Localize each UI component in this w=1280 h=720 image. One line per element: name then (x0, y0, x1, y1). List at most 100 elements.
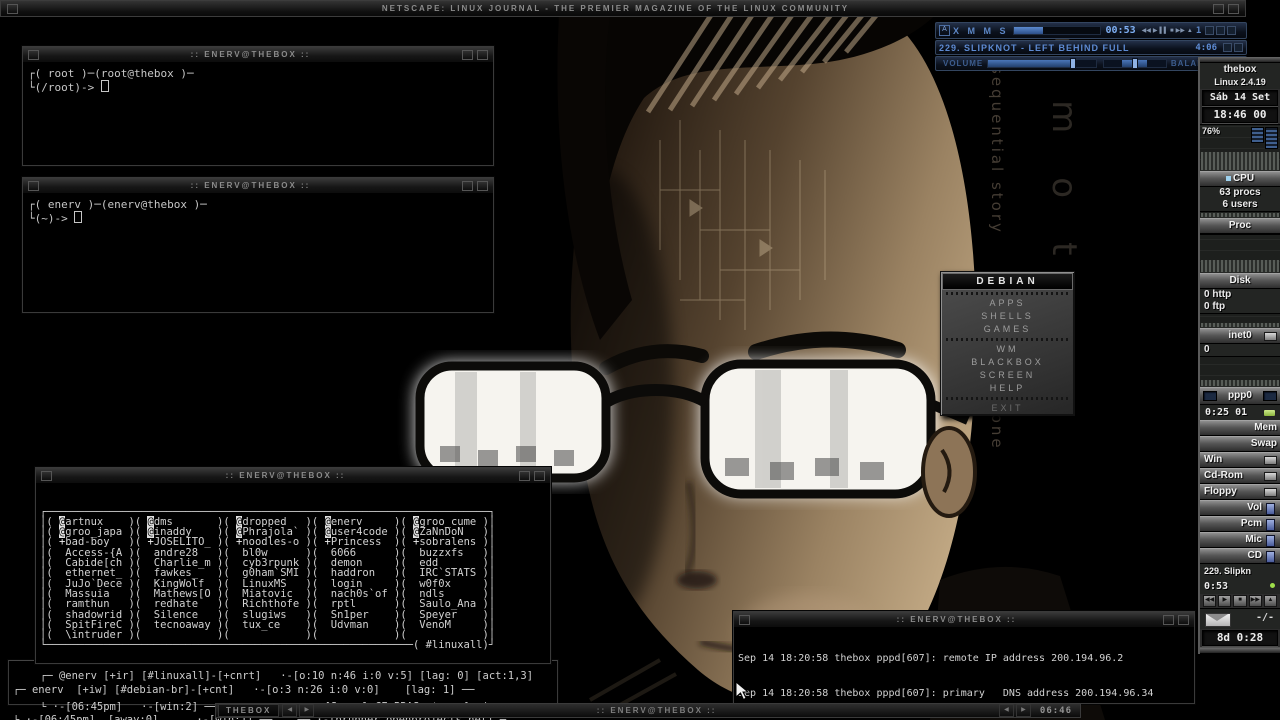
pcm-knob[interactable] (1266, 519, 1275, 531)
ppp-connect-button[interactable] (1263, 409, 1276, 417)
window-menu-button[interactable] (28, 181, 39, 191)
next-track-button[interactable]: ▶▶ (1249, 595, 1262, 607)
terminal-root-titlebar[interactable]: :: ENERV@THEBOX :: (23, 47, 493, 63)
next-icon[interactable]: ▶▶ (1176, 27, 1185, 34)
menu-item-blackbox[interactable]: BLACKBOX (941, 356, 1074, 369)
cdrom-button[interactable] (1264, 472, 1277, 481)
close-button[interactable] (1227, 26, 1236, 35)
iconify-button[interactable] (1163, 615, 1174, 625)
menu-item-exit[interactable]: EXIT (941, 402, 1074, 415)
cpu-krell (1265, 127, 1278, 149)
seek-slider[interactable] (1013, 26, 1101, 35)
disk-panel[interactable]: Disk (1200, 273, 1280, 289)
previous-icon[interactable]: ◀◀ (1142, 27, 1151, 34)
close-button[interactable] (477, 181, 488, 191)
next-workspace-button[interactable]: ▶ (299, 704, 314, 717)
playlist-close-button[interactable] (1234, 43, 1243, 52)
prev-workspace-button[interactable]: ◀ (282, 704, 297, 717)
mem-panel[interactable]: Mem (1200, 420, 1280, 436)
ppp-panel[interactable]: ppp0 (1200, 387, 1280, 405)
inet-chart (1200, 356, 1280, 387)
syslog-title: :: ENERV@THEBOX :: (752, 615, 1161, 624)
netscape-window-titlebar[interactable]: NETSCAPE: LINUX JOURNAL - THE PREMIER MA… (0, 0, 1246, 17)
close-button[interactable] (1228, 4, 1239, 14)
date-display: Sáb 14 Set (1202, 90, 1278, 106)
close-button[interactable] (534, 471, 545, 481)
pause-icon[interactable]: ▌▌ (1159, 28, 1168, 34)
prev-window-button[interactable]: ◀ (999, 704, 1014, 717)
prompt-line-2: └(~)-> (28, 211, 488, 225)
vol-knob[interactable] (1266, 503, 1275, 515)
play-track-button[interactable]: ▶ (1218, 595, 1231, 607)
prev-track-button[interactable]: ◀◀ (1203, 595, 1216, 607)
iconify-button[interactable] (462, 181, 473, 191)
floppy-button[interactable] (1264, 488, 1277, 497)
inet-panel[interactable]: inet0 (1200, 328, 1280, 344)
win-panel[interactable]: Win (1200, 452, 1280, 468)
irc-content[interactable]: ┌───────────────────────────────────────… (36, 484, 550, 720)
stop-track-button[interactable]: ■ (1233, 595, 1246, 607)
floppy-panel[interactable]: Floppy (1200, 484, 1280, 500)
minimize-button[interactable] (1216, 26, 1225, 35)
xmms-playlist-row[interactable]: 229. SLIPKNOT - LEFT BEHIND FULL 4:06 (935, 40, 1247, 55)
menu-item-help[interactable]: HELP (941, 382, 1074, 395)
cd-knob[interactable] (1266, 551, 1275, 563)
netscape-window-title: NETSCAPE: LINUX JOURNAL - THE PREMIER MA… (20, 4, 1211, 13)
window-menu-button[interactable] (739, 615, 750, 625)
terminal-enerv-titlebar[interactable]: :: ENERV@THEBOX :: (23, 178, 493, 194)
menu-separator (946, 397, 1069, 400)
menu-item-wm[interactable]: WM (941, 343, 1074, 356)
prompt-line-1: ┌( enerv )─(enerv@thebox )─ (28, 198, 488, 211)
mail-monitor[interactable]: -/- (1200, 608, 1280, 629)
inet-button[interactable] (1264, 332, 1277, 341)
iconify-button[interactable] (1213, 4, 1224, 14)
cpu-percent: 76% (1202, 126, 1220, 136)
volume-slider[interactable] (987, 59, 1097, 68)
playlist-shade-button[interactable] (1223, 43, 1232, 52)
mic-label: Mic (1245, 533, 1262, 547)
terminal-enerv-content[interactable]: ┌( enerv )─(enerv@thebox )─└(~)-> (23, 194, 493, 229)
ppp-tx-led (1263, 391, 1277, 401)
eject-track-button[interactable]: ▲ (1264, 595, 1277, 607)
menu-item-apps[interactable]: APPS (941, 297, 1074, 310)
win-button[interactable] (1264, 456, 1277, 465)
eject-icon[interactable]: ▲ (1187, 28, 1193, 34)
close-button[interactable] (477, 50, 488, 60)
play-icon[interactable]: ▶ (1153, 27, 1158, 34)
xmms-main-row[interactable]: A X M M S 00:53 ◀◀ ▶ ▌▌ ■ ▶▶ ▲ 1 (935, 22, 1247, 39)
log-line: Sep 14 18:20:58 thebox pppd[607]: primar… (738, 688, 1190, 700)
xmms-title: X M M S (953, 26, 1009, 36)
stop-icon[interactable]: ■ (1170, 28, 1174, 34)
gkrellm-bottom-frame[interactable] (1200, 647, 1280, 654)
menu-item-shells[interactable]: SHELLS (941, 310, 1074, 323)
ppp-timer-panel[interactable]: 0:25 01 (1200, 405, 1280, 420)
syslog-titlebar[interactable]: :: ENERV@THEBOX :: (734, 612, 1194, 628)
menu-item-screen[interactable]: SCREEN (941, 369, 1074, 382)
window-menu-button[interactable] (7, 4, 18, 14)
balance-slider[interactable] (1103, 59, 1167, 68)
focused-window-title: :: ENERV@THEBOX :: (315, 706, 998, 715)
window-menu-button[interactable] (28, 50, 39, 60)
iconify-button[interactable] (462, 50, 473, 60)
cdrom-panel[interactable]: Cd-Rom (1200, 468, 1280, 484)
menu-item-games[interactable]: GAMES (941, 323, 1074, 336)
close-button[interactable] (1178, 615, 1189, 625)
inet-label: inet0 (1228, 330, 1251, 341)
volume-slider-panel[interactable]: Vol (1200, 500, 1280, 516)
pcm-slider-panel[interactable]: Pcm (1200, 516, 1280, 532)
cd-slider-panel[interactable]: CD (1200, 548, 1280, 564)
cpu-panel[interactable]: CPU (1200, 171, 1280, 187)
window-menu-button[interactable] (41, 471, 52, 481)
workspace-label[interactable]: THEBOX (218, 704, 279, 717)
terminal-root-content[interactable]: ┌( root )─(root@thebox )─└(/root)-> (23, 63, 493, 98)
proc-panel[interactable]: Proc (1200, 218, 1280, 234)
prompt-line-2: └(/root)-> (28, 80, 488, 94)
irc-titlebar[interactable]: :: ENERV@THEBOX :: (36, 468, 550, 484)
shade-button[interactable] (1205, 26, 1214, 35)
mouse-cursor (735, 681, 751, 701)
next-window-button[interactable]: ▶ (1016, 704, 1031, 717)
mic-slider-panel[interactable]: Mic (1200, 532, 1280, 548)
swap-panel[interactable]: Swap (1200, 436, 1280, 452)
mic-knob[interactable] (1266, 535, 1275, 547)
iconify-button[interactable] (519, 471, 530, 481)
